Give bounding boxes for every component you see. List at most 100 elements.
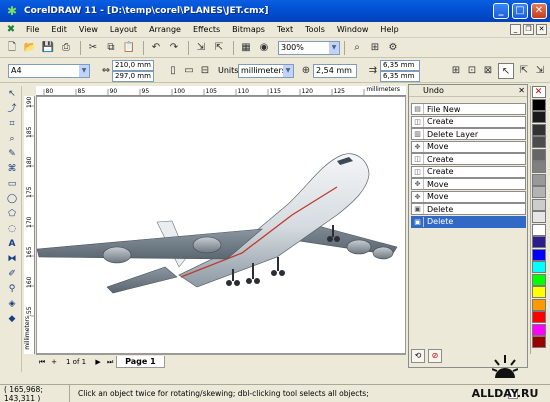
color-swatch[interactable] — [531, 298, 546, 311]
color-swatch[interactable] — [531, 148, 546, 161]
color-swatch[interactable] — [531, 286, 546, 298]
print-icon[interactable]: ⎙ — [58, 40, 74, 56]
horizontal-ruler[interactable]: 80859095100105110115120125130 millimeter… — [36, 86, 406, 96]
options-icon[interactable]: ⇱ — [516, 63, 532, 79]
doc-minimize-button[interactable]: _ — [510, 24, 521, 35]
duplicate-x-field[interactable]: 6,35 mm — [380, 60, 420, 71]
color-swatch[interactable] — [531, 336, 546, 348]
doc-restore-button[interactable]: ❐ — [523, 24, 534, 35]
close-button[interactable]: ✕ — [531, 3, 547, 19]
text-tool-icon[interactable]: A — [4, 237, 20, 251]
snap-icon[interactable]: ⊞ — [367, 40, 383, 56]
undo-list-item[interactable]: ✥ Move — [411, 178, 526, 190]
color-swatch[interactable] — [531, 136, 546, 148]
menu-bitmaps[interactable]: Bitmaps — [226, 23, 271, 37]
corel-online-icon[interactable]: ◉ — [256, 40, 272, 56]
import-icon[interactable]: ⇲ — [193, 40, 209, 56]
zoom-icon[interactable]: ⌕ — [349, 40, 365, 56]
fill-tool-icon[interactable]: ◈ — [4, 297, 20, 311]
nudge-field[interactable]: 2,54 mm — [313, 64, 357, 78]
page-width-field[interactable]: 210,0 mm — [112, 60, 154, 71]
minimize-button[interactable]: _ — [493, 3, 509, 19]
page-settings-icon[interactable]: ⊟ — [197, 63, 213, 79]
color-swatch[interactable] — [531, 186, 546, 198]
zoom-tool-icon[interactable]: ⌕ — [4, 132, 20, 146]
menu-view[interactable]: View — [73, 23, 104, 37]
rectangle-tool-icon[interactable]: ▭ — [4, 177, 20, 191]
color-swatch[interactable] — [531, 161, 546, 173]
maximize-button[interactable]: □ — [512, 3, 528, 19]
color-swatch[interactable] — [531, 98, 546, 111]
snap-guides-icon[interactable]: ⊡ — [464, 63, 480, 79]
polygon-tool-icon[interactable]: ⬠ — [4, 207, 20, 221]
color-swatch[interactable] — [531, 261, 546, 273]
color-swatch[interactable] — [531, 123, 546, 136]
last-page-icon[interactable]: ⏭ — [104, 356, 116, 368]
vertical-ruler[interactable]: 190 185 180 175 170 165 160 155 millimeters — [24, 96, 35, 354]
app-launcher-icon[interactable]: ▦ — [238, 40, 254, 56]
undo-list-item[interactable]: ◫ Create — [411, 165, 526, 178]
color-swatch[interactable] — [531, 311, 546, 323]
color-swatch[interactable] — [531, 211, 546, 223]
menu-layout[interactable]: Layout — [104, 23, 143, 37]
color-swatch[interactable] — [531, 273, 546, 286]
smart-fill-icon[interactable]: ⌘ — [4, 162, 20, 176]
document-menu-icon[interactable]: ✖ — [5, 24, 17, 36]
units-select[interactable]: millimeters ▼ — [238, 64, 294, 78]
options-icon[interactable]: ⚙ — [385, 40, 401, 56]
treat-as-filled-icon[interactable]: ↖ — [498, 63, 514, 79]
basic-shapes-icon[interactable]: ◌ — [4, 222, 20, 236]
options-icon[interactable]: ⇲ — [532, 63, 548, 79]
snap-objects-icon[interactable]: ⊠ — [480, 63, 496, 79]
paper-size-select[interactable]: A4 ▼ — [8, 64, 90, 78]
doc-close-button[interactable]: ✕ — [536, 24, 547, 35]
cut-icon[interactable]: ✂ — [85, 40, 101, 56]
snap-grid-icon[interactable]: ⊞ — [448, 63, 464, 79]
interactive-fill-icon[interactable]: ◆ — [4, 312, 20, 326]
undo-list-item[interactable]: ✥ Move — [411, 190, 526, 203]
next-page-icon[interactable]: ▶ — [92, 356, 104, 368]
add-page-icon[interactable]: + — [48, 356, 60, 368]
shape-tool-icon[interactable]: ⤴ — [4, 102, 20, 116]
jet-illustration[interactable] — [37, 97, 406, 354]
page-height-field[interactable]: 297,0 mm — [112, 71, 154, 82]
menu-text[interactable]: Text — [271, 23, 299, 37]
drawing-canvas[interactable] — [36, 96, 406, 354]
undo-list-item[interactable]: ✥ Move — [411, 140, 526, 153]
paste-icon[interactable]: 📋 — [121, 40, 137, 56]
title-bar[interactable]: ✱ CorelDRAW 11 - [D:\temp\corel\PLANES\J… — [0, 0, 550, 22]
landscape-icon[interactable]: ▭ — [181, 63, 197, 79]
color-swatch[interactable] — [531, 223, 546, 236]
crop-tool-icon[interactable]: ⌗ — [4, 117, 20, 131]
color-swatch[interactable] — [531, 111, 546, 123]
color-swatch[interactable] — [531, 198, 546, 211]
color-swatch[interactable] — [531, 248, 546, 261]
portrait-icon[interactable]: ▯ — [165, 63, 181, 79]
interactive-blend-icon[interactable]: ⧓ — [4, 252, 20, 266]
pick-tool-icon[interactable]: ↖ — [4, 87, 20, 101]
color-swatch[interactable] — [531, 173, 546, 186]
undo-list-item[interactable]: ◫ Create — [411, 153, 526, 165]
zoom-select[interactable]: 300% ▼ — [278, 40, 340, 55]
first-page-icon[interactable]: ⏮ — [36, 356, 48, 368]
new-icon[interactable]: 🗋 — [4, 40, 20, 56]
menu-effects[interactable]: Effects — [187, 23, 226, 37]
undo-list-item[interactable]: ▣ Delete — [411, 203, 526, 215]
undo-list-item[interactable]: ▥ Delete Layer — [411, 128, 526, 140]
outline-tool-icon[interactable]: ⚲ — [4, 282, 20, 296]
undo-list-item[interactable]: ▣ Delete — [411, 215, 526, 228]
undo-icon[interactable]: ↶ — [148, 40, 164, 56]
copy-icon[interactable]: ⧉ — [103, 40, 119, 56]
menu-tools[interactable]: Tools — [299, 23, 331, 37]
open-icon[interactable]: 📂 — [22, 40, 38, 56]
close-icon[interactable]: ✕ — [518, 86, 525, 95]
export-icon[interactable]: ⇱ — [211, 40, 227, 56]
no-color-swatch[interactable]: ✕ — [531, 86, 546, 98]
page-tab[interactable]: Page 1 — [116, 355, 165, 368]
undo-list-item[interactable]: ◫ Create — [411, 115, 526, 128]
freehand-tool-icon[interactable]: ✎ — [4, 147, 20, 161]
menu-window[interactable]: Window — [331, 23, 375, 37]
save-icon[interactable]: 💾 — [40, 40, 56, 56]
color-swatch[interactable] — [531, 236, 546, 248]
save-undo-icon[interactable]: ⟲ — [411, 349, 425, 363]
